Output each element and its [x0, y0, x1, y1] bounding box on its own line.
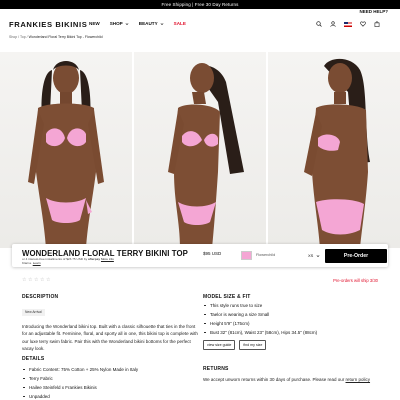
promo-bar: Free Shipping | Free 30 Day Returns	[0, 0, 400, 9]
sticky-purchase-bar: WONDERLAND FLORAL TERRY BIKINI TOP $95 U…	[12, 244, 388, 267]
product-price: $95 USD	[203, 251, 222, 256]
model-size-heading: MODEL SIZE & FIT	[203, 294, 251, 300]
nav-item-label: BEAUTY	[138, 21, 158, 26]
nav-item-label: NEW	[89, 21, 100, 26]
us-flag-icon[interactable]	[344, 21, 352, 27]
list-item: Taelor is wearing a size Small	[203, 310, 383, 319]
promo-text: Free Shipping | Free 30 Day Returns	[161, 2, 239, 7]
details-section: DETAILS Fabric Content: 75% Cotton + 25%…	[22, 356, 138, 400]
details-list: Fabric Content: 75% Cotton + 25% Nylon M…	[22, 365, 138, 400]
new-arrival-badge: New Arrival	[22, 308, 45, 316]
brand-logo[interactable]: FRANKIES BIKINIS	[9, 20, 87, 29]
model-size-section: MODEL SIZE & FIT This style runs true to…	[203, 294, 383, 350]
star-icon: ☆	[39, 277, 45, 283]
model-front-photo[interactable]	[0, 52, 132, 248]
description-section: DESCRIPTION New Arrival Introducing the …	[22, 294, 198, 353]
nav-item-label: SALE	[173, 21, 186, 26]
view-size-guide-button[interactable]: view size guide	[203, 340, 236, 350]
afterpay-note: or 4 interest-free installments of $23.7…	[22, 257, 197, 266]
star-icon: ☆	[45, 277, 51, 283]
returns-body: We accept unworn returns within 30 days …	[203, 377, 345, 382]
nav-item-sale[interactable]: SALE	[174, 21, 186, 26]
site-header: NEED HELP? FRANKIES BIKINIS NEW SHOP BEA…	[0, 9, 400, 29]
color-swatch[interactable]	[241, 251, 252, 260]
list-item: Height 5'9" (175cm)	[203, 319, 383, 328]
chevron-down-icon[interactable]	[316, 254, 320, 258]
chevron-down-icon	[125, 22, 129, 25]
breadcrumb: Shop / Top / Wonderland Floral Terry Bik…	[9, 35, 103, 39]
search-icon[interactable]	[316, 21, 322, 27]
model-side-photo[interactable]	[134, 52, 266, 248]
star-icon: ☆	[33, 277, 39, 283]
nav-item-label: SHOP	[109, 21, 123, 26]
pre-order-button[interactable]: Pre-Order	[325, 249, 387, 263]
star-icon: ☆	[27, 277, 33, 283]
list-item: Hailee Steinfeld x Frankies Bikinis	[22, 383, 138, 392]
header-icons	[316, 21, 380, 27]
nav-item-shop[interactable]: SHOP	[110, 21, 129, 26]
list-item: This style runs true to size	[203, 301, 383, 310]
size-select[interactable]: XS	[308, 253, 313, 258]
klarna-learn-link[interactable]: Learn	[33, 261, 41, 265]
chevron-down-icon	[160, 22, 164, 25]
color-name: Flowerchild	[256, 253, 276, 257]
nav-item-new[interactable]: NEW	[89, 21, 100, 26]
nav-item-beauty[interactable]: BEAUTY	[139, 21, 164, 26]
returns-text: We accept unworn returns within 30 days …	[203, 376, 383, 383]
afterpay-logo: afterpay	[88, 257, 101, 261]
find-my-size-button[interactable]: find my size	[239, 340, 267, 350]
klarna-text: Klarna.	[22, 260, 32, 265]
details-heading: DETAILS	[22, 356, 45, 362]
wishlist-icon[interactable]	[360, 21, 366, 27]
afterpay-more-info-link[interactable]: More info	[101, 257, 114, 261]
pre-order-ship-note: Pre-orders will ship 3/30	[333, 278, 378, 283]
description-text: Introducing the Wonderland bikini top. B…	[22, 324, 198, 352]
size-buttons: view size guide find my size	[203, 340, 383, 350]
returns-section: RETURNS We accept unworn returns within …	[203, 366, 383, 383]
list-item: Bust 32" (81cm), Waist 23" (58cm), Hips …	[203, 328, 383, 337]
main-nav: NEW SHOP BEAUTY SALE	[89, 21, 186, 26]
list-item: Unpadded	[22, 392, 138, 400]
need-help-link[interactable]: NEED HELP?	[359, 9, 388, 15]
rating-stars[interactable]: ☆ ☆ ☆ ☆ ☆	[22, 278, 50, 283]
account-icon[interactable]	[330, 21, 336, 27]
breadcrumb-path[interactable]: Shop / Top /	[9, 35, 28, 39]
star-icon: ☆	[22, 277, 27, 283]
list-item: Fabric Content: 75% Cotton + 25% Nylon M…	[22, 365, 138, 374]
bag-icon[interactable]	[374, 21, 380, 27]
description-heading: DESCRIPTION	[22, 294, 59, 300]
return-policy-link[interactable]: return policy	[346, 377, 371, 382]
breadcrumb-current: Wonderland Floral Terry Bikini Top - Flo…	[28, 35, 103, 39]
model-size-list: This style runs true to size Taelor is w…	[203, 301, 383, 337]
returns-heading: RETURNS	[203, 366, 229, 372]
model-back-photo[interactable]	[268, 52, 400, 248]
product-gallery	[0, 52, 400, 248]
list-item: Terry Fabric	[22, 374, 138, 383]
